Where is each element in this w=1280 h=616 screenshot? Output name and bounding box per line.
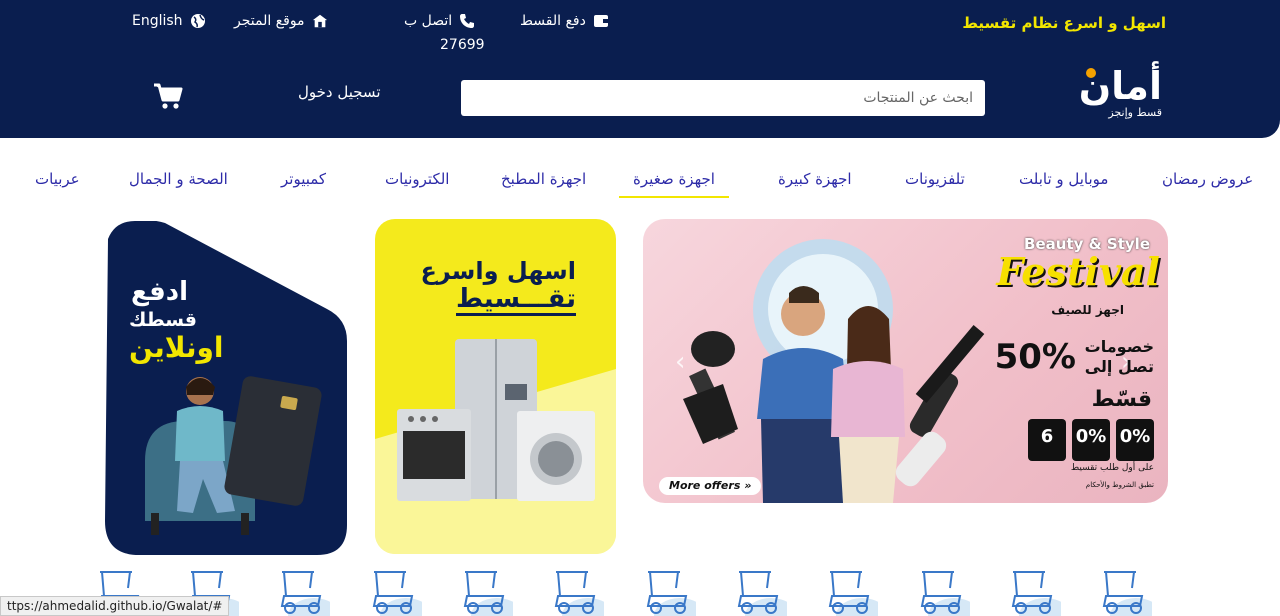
discount-line-1: خصومات (1084, 337, 1154, 356)
pay-installment-link[interactable]: دفع القسط (520, 13, 609, 29)
nav-item-tvs[interactable]: تلفزيونات (905, 170, 965, 188)
golf-cart-icon[interactable] (548, 566, 614, 616)
nav-item-ramadan-offers[interactable]: عروض رمضان (1162, 170, 1253, 188)
pay-online-banner[interactable]: ادفع قسطك اونلاين (105, 221, 347, 555)
festival-title: Festival (996, 249, 1160, 294)
golf-cart-icon[interactable] (1096, 566, 1162, 616)
boxes-caption: على أول طلب تقسيط (1071, 463, 1154, 473)
zero-interest-value: 0% (1119, 426, 1151, 447)
aman-logo[interactable]: أمان قسط وإنجز (1072, 64, 1168, 124)
golf-cart-icon[interactable] (457, 566, 523, 616)
nav-item-electronics[interactable]: الكترونيات (385, 170, 449, 188)
pay-installment-label: دفع القسط (520, 13, 586, 29)
login-link[interactable]: تسجيل دخول (298, 83, 381, 101)
call-label: اتصل ب (404, 13, 453, 29)
store-location-link[interactable]: موقع المتجر (234, 13, 328, 29)
nav-item-large-appliances[interactable]: اجهزة كبيرة (778, 170, 852, 188)
logo-subtitle: قسط وإنجز (1108, 106, 1162, 119)
zero-downpayment-value: 0% (1075, 426, 1107, 447)
middle-banner-line-1: اسهل واسرع (420, 257, 576, 285)
middle-banner-line-2: تقـــسيط (455, 284, 576, 316)
golf-cart-icon[interactable] (914, 566, 980, 616)
call-number: 27699 (440, 37, 485, 53)
six-months-value: 6 (1040, 426, 1054, 447)
discount-value: 50% (994, 337, 1076, 377)
zero-downpayment-box: 0% (1072, 419, 1110, 461)
wallet-icon (593, 13, 609, 29)
phone-icon (459, 13, 475, 29)
language-switch[interactable]: English (132, 13, 206, 29)
language-label: English (132, 13, 183, 29)
golf-cart-icon[interactable] (822, 566, 888, 616)
golf-cart-icon[interactable] (366, 566, 432, 616)
discount-text: خصومات تصل إلى (1085, 337, 1154, 377)
six-months-box: 6 (1028, 419, 1066, 461)
top-header: اسهل و اسرع نظام تقسيط دفع القسط اتصل ب … (0, 0, 1280, 138)
nav-item-vehicles[interactable]: عربيات (35, 170, 80, 188)
store-location-label: موقع المتجر (234, 13, 305, 29)
golf-cart-icon[interactable] (1005, 566, 1071, 616)
status-bar-url: ttps://ahmedalid.github.io/Gwalat/# (0, 596, 230, 616)
left-banner-line-2: قسطك (129, 309, 197, 331)
call-link[interactable]: اتصل ب (404, 13, 475, 29)
left-banner-line-3: اونلاين (129, 331, 224, 364)
golf-cart-icon[interactable] (640, 566, 706, 616)
easy-installment-banner[interactable]: اسهل واسرع تقـــسيط (375, 219, 616, 554)
installment-text: قسّط (1091, 387, 1152, 412)
discount-line-2: تصل إلى (1084, 357, 1154, 376)
festival-subtitle: اجهز للصيف (1051, 303, 1124, 317)
nav-item-kitchen-appliances[interactable]: اجهزة المطبخ (501, 170, 586, 188)
golf-cart-icon[interactable] (731, 566, 797, 616)
tagline: اسهل و اسرع نظام تقسيط (962, 14, 1166, 32)
search-input[interactable] (461, 80, 985, 116)
zero-interest-box: 0% (1116, 419, 1154, 461)
boxes-note: على أول طلب تقسيط (1070, 463, 1154, 473)
nav-item-computer[interactable]: كمبيوتر (281, 170, 326, 188)
nav-item-mobile-tablet[interactable]: موبايل و تابلت (1019, 170, 1108, 188)
pay-online-art (105, 221, 347, 555)
nav-item-small-appliances[interactable]: اجهزة صغيرة (619, 170, 729, 198)
golf-cart-icon[interactable] (274, 566, 340, 616)
festival-banner[interactable]: ‹ › Beauty & Style Festival اجهز للصيف خ… (643, 219, 1168, 503)
left-banner-line-1: ادفع (131, 277, 189, 307)
logo-name: أمان (1078, 64, 1163, 108)
category-nav: عروض رمضان موبايل و تابلت تلفزيونات اجهز… (0, 166, 1280, 202)
nav-item-health-beauty[interactable]: الصحة و الجمال (129, 170, 228, 188)
cart-icon[interactable] (153, 82, 183, 110)
globe-icon (190, 13, 206, 29)
more-offers-button[interactable]: More offers » (659, 477, 762, 495)
terms-text: تطبق الشروط والأحكام (1085, 481, 1154, 489)
carousel-prev-icon[interactable]: ‹ (675, 347, 685, 377)
store-icon (312, 13, 328, 29)
